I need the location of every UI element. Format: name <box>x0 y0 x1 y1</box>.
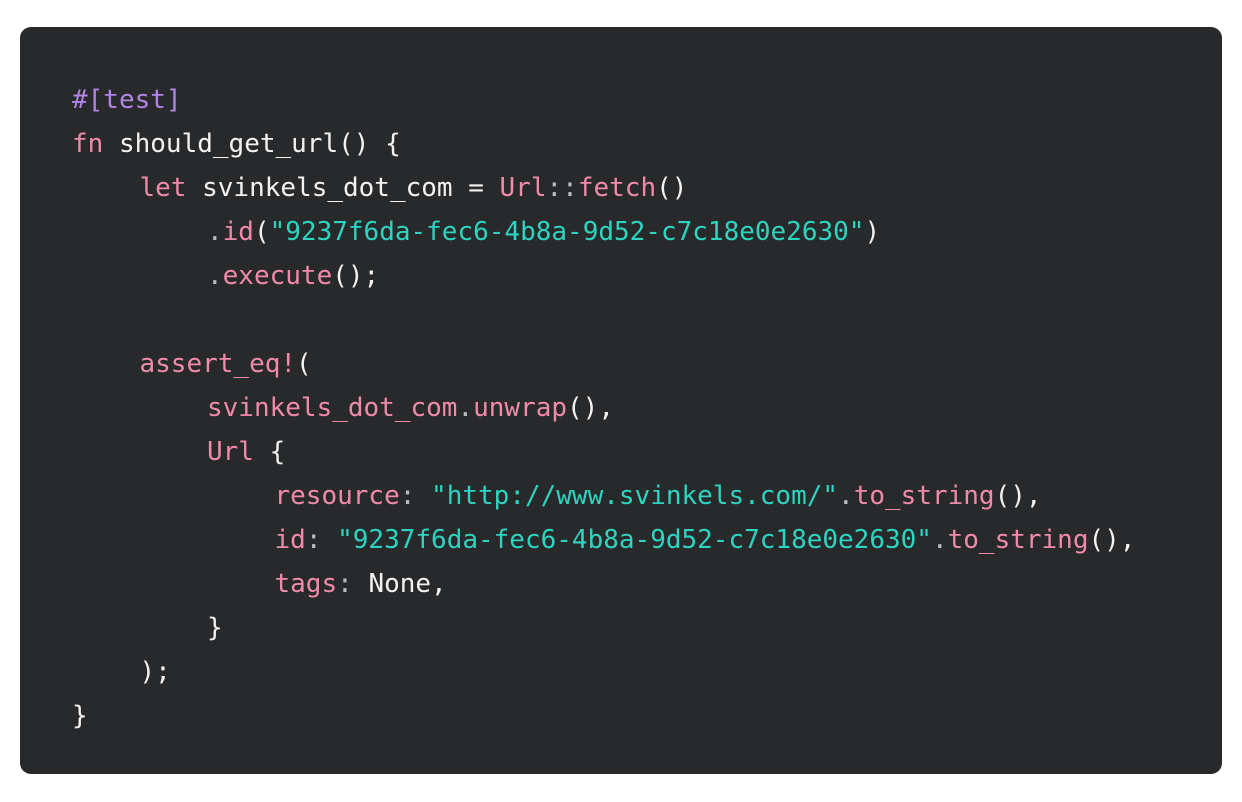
code-token-punctuation: . <box>838 481 854 511</box>
code-token-text: (), <box>994 481 1042 511</box>
code-line: fn should_get_url() { <box>72 122 1222 166</box>
code-block: #[test] fn should_get_url() {let svinkels… <box>20 27 1222 774</box>
code-token-attribute: #[test] <box>72 85 182 115</box>
code-token-punctuation: . <box>457 393 474 423</box>
code-token-text: (), <box>1088 525 1136 555</box>
code-line: let svinkels_dot_com = Url::fetch() <box>72 166 1222 210</box>
code-token-punctuation: :: <box>546 173 578 203</box>
code-token-text: None, <box>368 569 447 599</box>
code-token-string: "9237f6da-fec6-4b8a-9d52-c7c18e0e2630" <box>269 217 865 247</box>
code-token-text: ( <box>296 349 312 379</box>
code-line: .id("9237f6da-fec6-4b8a-9d52-c7c18e0e263… <box>72 210 1222 254</box>
code-line: id: "9237f6da-fec6-4b8a-9d52-c7c18e0e263… <box>72 518 1222 562</box>
code-token-punctuation: . <box>207 261 223 291</box>
code-token-keyword: tags <box>274 569 338 599</box>
code-token-text: ( <box>253 217 270 247</box>
code-line: } <box>72 606 1222 650</box>
code-token-keyword: unwrap <box>473 393 568 423</box>
code-token-keyword: assert_eq! <box>139 349 297 379</box>
code-token-keyword: to_string <box>947 525 1089 555</box>
code-token-text: () <box>656 173 688 203</box>
code-line: assert_eq!( <box>72 342 1222 386</box>
code-token-keyword: resource <box>274 481 400 511</box>
code-line: resource: "http://www.svinkels.com/".to_… <box>72 474 1222 518</box>
code-token-keyword: to_string <box>853 481 995 511</box>
code-line: #[test] <box>72 78 1222 122</box>
code-token-keyword: fn <box>72 129 104 159</box>
code-token-keyword: let <box>139 173 187 203</box>
code-token-keyword: execute <box>222 261 333 291</box>
code-line: svinkels_dot_com.unwrap(), <box>72 386 1222 430</box>
code-token-keyword: Url <box>499 173 547 203</box>
code-token-text: { <box>253 437 286 467</box>
code-token-keyword: id <box>274 525 306 555</box>
code-token-text: ); <box>139 657 171 687</box>
code-token-text: svinkels_dot_com = <box>186 173 500 203</box>
code-token-punctuation: . <box>931 525 948 555</box>
code-token-keyword: Url <box>207 437 254 467</box>
code-line: .execute(); <box>72 254 1222 298</box>
code-token-string: "http://www.svinkels.com/" <box>431 481 839 511</box>
code-line: tags: None, <box>72 562 1222 606</box>
code-token-keyword: id <box>222 217 254 247</box>
code-lines: #[test] fn should_get_url() {let svinkels… <box>72 78 1222 738</box>
code-token-text: (), <box>567 393 614 423</box>
code-line: } <box>72 694 1222 738</box>
code-token-text: } <box>207 613 223 643</box>
code-token-text: should_get_url() { <box>103 129 401 159</box>
code-token-punctuation: . <box>207 217 223 247</box>
code-token-text: } <box>72 701 88 731</box>
code-token-punctuation: : <box>305 525 338 555</box>
code-token-punctuation: : <box>337 569 369 599</box>
code-token-string: "9237f6da-fec6-4b8a-9d52-c7c18e0e2630" <box>337 525 932 555</box>
code-token-keyword: fetch <box>577 173 657 203</box>
code-token-keyword: svinkels_dot_com <box>207 393 458 423</box>
code-token-text: (); <box>332 261 380 291</box>
code-token-text: ) <box>864 217 881 247</box>
code-token-punctuation: : <box>399 481 432 511</box>
code-line: Url { <box>72 430 1222 474</box>
code-line: ); <box>72 650 1222 694</box>
